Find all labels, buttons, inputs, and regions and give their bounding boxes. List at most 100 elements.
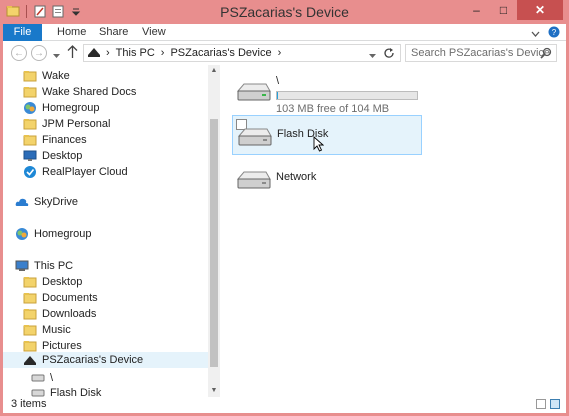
homegroup-icon	[23, 101, 37, 115]
title-bar[interactable]: PSZacarias's Device – □ ✕	[0, 0, 569, 24]
nav-item-skydrive[interactable]: SkyDrive	[15, 194, 78, 210]
breadcrumb-device[interactable]: PSZacarias's Device	[170, 47, 271, 59]
nav-item-label: Homegroup	[42, 102, 100, 114]
search-icon[interactable]	[540, 47, 552, 64]
nav-item-documents[interactable]: Documents	[23, 290, 98, 306]
item-count: 3 items	[11, 398, 47, 410]
nav-item-homegroup[interactable]: Homegroup	[15, 226, 91, 242]
view-toggle	[536, 399, 560, 409]
back-button[interactable]: ←	[11, 45, 27, 61]
drive-usage-fill	[277, 92, 279, 99]
refresh-icon[interactable]	[383, 47, 395, 62]
folder-icon	[23, 69, 37, 83]
navigation-pane: Wake Wake Shared Docs Homegroup JPM Pers…	[3, 65, 208, 397]
nav-scrollbar[interactable]: ▲ ▼	[208, 65, 220, 397]
address-row: ← → › This PC › PSZacarias's Device › Se…	[3, 41, 566, 65]
homegroup-icon	[15, 227, 29, 241]
forward-arrow-icon: →	[34, 47, 44, 59]
drive-usage-bar	[276, 91, 418, 100]
folder-icon	[23, 339, 37, 353]
nav-item-wake-shared-docs[interactable]: Wake Shared Docs	[23, 84, 136, 100]
search-input[interactable]: Search PSZacarias's Device	[405, 44, 557, 62]
tab-share[interactable]: Share	[89, 24, 138, 41]
nav-item-flash-disk[interactable]: Flash Disk	[31, 385, 101, 397]
nav-item-label: Wake	[42, 70, 70, 82]
folder-icon	[23, 133, 37, 147]
back-arrow-icon: ←	[14, 47, 24, 59]
help-icon[interactable]: ?	[548, 26, 560, 41]
folder-icon	[23, 291, 37, 305]
tab-file[interactable]: File	[3, 24, 42, 41]
folder-icon	[23, 85, 37, 99]
drive-icon	[31, 386, 45, 397]
scroll-up-icon[interactable]: ▲	[208, 65, 220, 77]
drive-tile-root[interactable]: \ 103 MB free of 104 MB	[232, 71, 422, 115]
up-arrow-icon[interactable]	[67, 45, 78, 62]
nav-item-this-pc[interactable]: This PC	[15, 258, 73, 274]
nav-item-label: Homegroup	[34, 228, 92, 240]
minimize-button[interactable]: –	[463, 0, 490, 20]
nav-item-finances[interactable]: Finances	[23, 132, 87, 148]
nav-item-label: RealPlayer Cloud	[42, 166, 128, 178]
nav-item-desktop[interactable]: Desktop	[23, 274, 82, 290]
recent-locations-icon[interactable]	[53, 48, 60, 62]
skydrive-icon	[15, 195, 29, 209]
desktop-icon	[23, 149, 37, 163]
ribbon-tabs: File Home Share View ?	[3, 24, 566, 41]
drive-tile-flash-disk[interactable]: Flash Disk	[232, 115, 422, 155]
address-dropdown-icon[interactable]	[369, 50, 376, 62]
mouse-cursor-icon	[313, 135, 325, 155]
folder-icon	[23, 307, 37, 321]
maximize-button[interactable]: □	[490, 0, 517, 20]
nav-item-label: Finances	[42, 134, 87, 146]
nav-item-device[interactable]: PSZacarias's Device	[3, 352, 208, 368]
details-view-icon[interactable]	[536, 399, 546, 409]
scroll-down-icon[interactable]: ▼	[208, 385, 220, 397]
explorer-window: PSZacarias's Device – □ ✕ File Home Shar…	[0, 0, 569, 416]
drive-name: \	[276, 75, 280, 87]
nav-item-label: Desktop	[42, 150, 83, 162]
folder-icon	[23, 323, 37, 337]
forward-button[interactable]: →	[31, 45, 47, 61]
close-button[interactable]: ✕	[517, 0, 563, 20]
tiles-view-icon[interactable]	[550, 399, 560, 409]
nav-item-label: SkyDrive	[34, 196, 79, 208]
nav-item-label: Documents	[42, 292, 98, 304]
nav-item-root-drive[interactable]: \	[31, 370, 53, 386]
tab-view[interactable]: View	[132, 24, 176, 41]
chevron-down-icon[interactable]	[531, 27, 540, 41]
nav-item-desktop-shortcut[interactable]: Desktop	[23, 148, 82, 164]
drive-icon	[236, 81, 272, 106]
folder-icon	[23, 117, 37, 131]
scrollbar-thumb[interactable]	[210, 119, 218, 367]
nav-item-wake[interactable]: Wake	[23, 68, 70, 84]
breadcrumb-separator[interactable]: ›	[161, 47, 165, 59]
nav-item-label: Pictures	[42, 340, 82, 352]
folder-icon	[23, 275, 37, 289]
content-pane: \ 103 MB free of 104 MB Flash Disk Netwo…	[220, 65, 566, 397]
drive-icon	[237, 126, 273, 151]
window-controls: – □ ✕	[463, 0, 563, 20]
nav-item-music[interactable]: Music	[23, 322, 71, 338]
device-icon	[87, 47, 101, 60]
nav-item-label: Wake Shared Docs	[42, 86, 137, 98]
nav-item-realplayer-cloud[interactable]: RealPlayer Cloud	[23, 164, 128, 180]
nav-item-label: Downloads	[42, 308, 97, 320]
drive-tile-network[interactable]: Network	[232, 159, 422, 199]
nav-item-homegroup-shortcut[interactable]: Homegroup	[23, 100, 99, 116]
breadcrumb-separator[interactable]: ›	[278, 47, 282, 59]
ribbon-right-controls: ?	[531, 26, 560, 41]
nav-item-downloads[interactable]: Downloads	[23, 306, 96, 322]
drive-icon	[236, 169, 272, 194]
status-bar: 3 items	[3, 397, 566, 413]
address-bar[interactable]: › This PC › PSZacarias's Device ›	[83, 44, 401, 62]
drive-free-space: 103 MB free of 104 MB	[276, 103, 390, 115]
drive-name: Network	[276, 171, 317, 183]
nav-item-label: This PC	[34, 260, 74, 272]
svg-text:?: ?	[552, 28, 557, 37]
cloud-icon	[23, 165, 37, 179]
breadcrumb-separator[interactable]: ›	[106, 47, 110, 59]
search-placeholder: Search PSZacarias's Device	[411, 47, 551, 59]
nav-item-jpm-personal[interactable]: JPM Personal	[23, 116, 110, 132]
breadcrumb-this-pc[interactable]: This PC	[116, 47, 155, 59]
